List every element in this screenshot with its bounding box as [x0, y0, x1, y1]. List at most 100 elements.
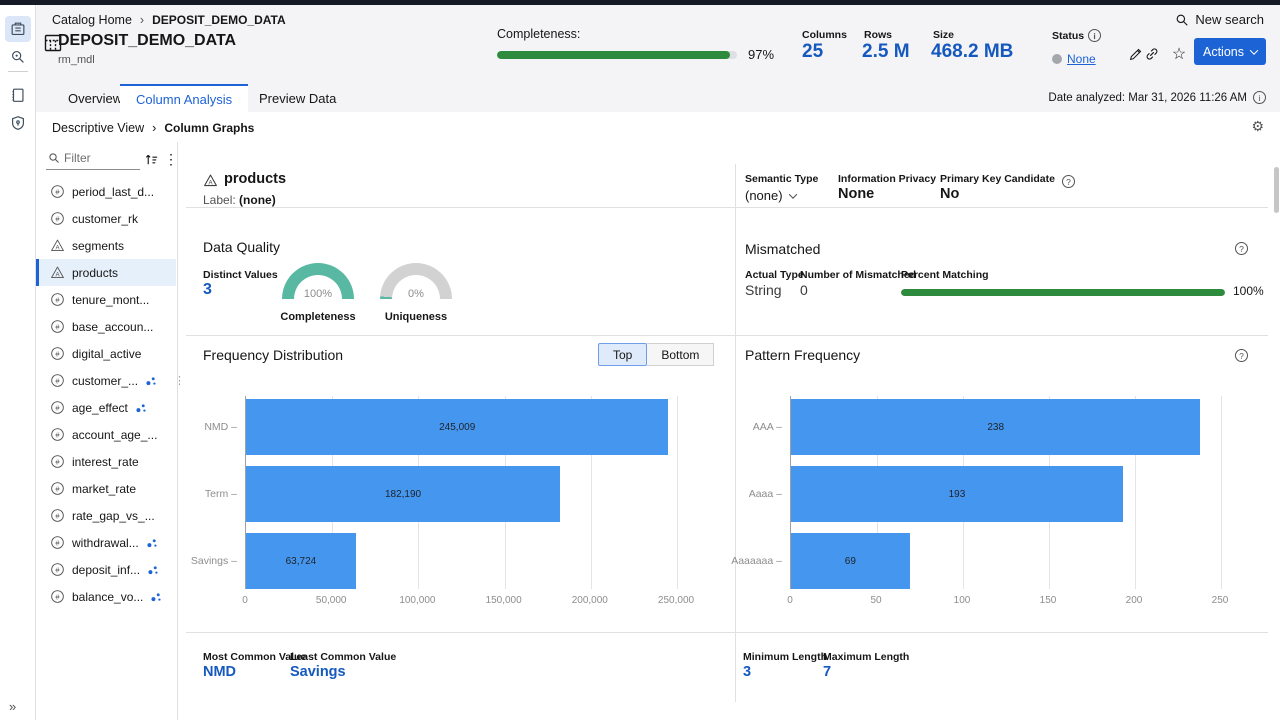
column-list-item[interactable]: Asegments	[36, 232, 176, 259]
svg-text:#: #	[55, 538, 60, 547]
column-label-row: Label: (none)	[203, 193, 276, 207]
rows-stat-label: Rows	[864, 29, 892, 41]
pattern-frequency-info-icon[interactable]: ?	[1235, 349, 1248, 362]
divider	[186, 632, 1268, 633]
gridline	[1221, 396, 1222, 589]
bar-NMD[interactable]: 245,009	[246, 399, 668, 455]
status-value-link[interactable]: None	[1067, 52, 1096, 66]
actions-button[interactable]: Actions	[1194, 38, 1266, 65]
filter-input[interactable]	[64, 151, 136, 165]
x-axis-tick-label: 200,000	[572, 595, 608, 606]
divider	[186, 207, 1268, 208]
svg-text:#: #	[55, 565, 60, 574]
column-list-item[interactable]: #tenure_mont...	[36, 286, 176, 313]
shield-lock-icon[interactable]	[5, 110, 31, 136]
numeric-type-icon: #	[50, 346, 65, 361]
status-dot-icon	[1052, 54, 1062, 64]
link-icon[interactable]	[1143, 45, 1161, 63]
primary-key-label: Primary Key Candidate	[940, 173, 1055, 185]
panel-divider	[735, 164, 736, 702]
column-list-item[interactable]: Aproducts	[36, 259, 176, 286]
mismatched-count-label: Number of Mismatched	[800, 269, 916, 281]
tab-bar: Overview Column Analysis Preview Data Da…	[36, 84, 1280, 112]
least-common-label: Least Common Value	[290, 651, 396, 663]
column-list-item-label: base_accoun...	[72, 320, 153, 334]
pattern-frequency-chart: AAA –238Aaaa –193Aaaaaaa –69 05010015020…	[744, 396, 1254, 612]
mismatched-info-icon[interactable]: ?	[1235, 242, 1248, 255]
column-list-item[interactable]: #balance_vo...	[36, 583, 176, 610]
column-meta-info-icon[interactable]: ?	[1062, 175, 1075, 188]
numeric-type-icon: #	[50, 292, 65, 307]
column-list-item[interactable]: #deposit_inf...	[36, 556, 176, 583]
bar-row: Savings –63,724	[246, 533, 677, 589]
tab-preview-data[interactable]: Preview Data	[243, 84, 352, 112]
x-axis-tick-label: 100,000	[399, 595, 435, 606]
column-list-item[interactable]: #period_last_d...	[36, 178, 176, 205]
bar-Aaaaaaa[interactable]: 69	[791, 533, 910, 589]
notebook-icon[interactable]	[5, 82, 31, 108]
settings-gear-icon[interactable]: ⚙	[1251, 118, 1264, 135]
bar-value-label: 182,190	[385, 489, 421, 500]
semantic-type-select[interactable]: (none)	[745, 188, 796, 203]
insight-sparkle-icon	[150, 591, 162, 603]
view-breadcrumb-current: Column Graphs	[164, 121, 254, 135]
svg-text:#: #	[55, 457, 60, 466]
max-length-value: 7	[823, 664, 831, 680]
semantic-type-label: Semantic Type	[745, 173, 818, 185]
x-axis-tick-label: 250,000	[658, 595, 694, 606]
tab-column-analysis[interactable]: Column Analysis	[120, 84, 248, 112]
completeness-progress-bar	[497, 51, 737, 59]
toggle-bottom-button[interactable]: Bottom	[647, 343, 714, 366]
column-list-item[interactable]: # base_accoun...	[36, 313, 176, 340]
edit-pencil-icon[interactable]	[1126, 45, 1144, 63]
insight-sparkle-icon	[135, 402, 147, 414]
svg-text:#: #	[55, 349, 60, 358]
svg-text:#: #	[55, 484, 60, 493]
column-list-item[interactable]: #interest_rate	[36, 448, 176, 475]
gridline	[677, 396, 678, 589]
actual-type-label: Actual Type	[745, 269, 804, 281]
bar-Aaaa[interactable]: 193	[791, 466, 1123, 522]
min-length-value: 3	[743, 664, 751, 680]
frequency-distribution-title: Frequency Distribution	[203, 347, 343, 363]
favorite-star-icon[interactable]: ☆	[1170, 45, 1188, 63]
numeric-type-icon: #	[50, 319, 65, 334]
column-list-item[interactable]: #account_age_...	[36, 421, 176, 448]
numeric-type-icon: #	[50, 589, 65, 604]
pattern-frequency-title: Pattern Frequency	[745, 347, 860, 363]
column-list-item[interactable]: #customer_rk	[36, 205, 176, 232]
numeric-type-icon: #	[50, 427, 65, 442]
x-axis-tick-label: 150	[1040, 595, 1057, 606]
max-length-label: Maximum Length	[823, 651, 909, 663]
column-list-item[interactable]: #digital_active	[36, 340, 176, 367]
size-stat-label: Size	[933, 29, 954, 41]
status-value-row: None	[1052, 52, 1096, 66]
bar-Term[interactable]: 182,190	[246, 466, 560, 522]
percent-matching-bar	[901, 289, 1225, 296]
status-info-icon[interactable]: i	[1088, 29, 1101, 42]
sort-icon[interactable]	[142, 150, 160, 168]
column-list-item[interactable]: #age_effect	[36, 394, 176, 421]
catalog-icon[interactable]	[5, 16, 31, 42]
column-list-item[interactable]: #rate_gap_vs_...	[36, 502, 176, 529]
date-info-icon[interactable]: i	[1253, 91, 1266, 104]
column-list-item[interactable]: #withdrawal...	[36, 529, 176, 556]
expand-rail-button[interactable]: »	[9, 699, 16, 714]
discover-search-icon[interactable]	[5, 44, 31, 70]
new-search-button[interactable]: New search	[1175, 12, 1264, 27]
bar-AAA[interactable]: 238	[791, 399, 1200, 455]
column-list-item[interactable]: #customer_...	[36, 367, 176, 394]
view-breadcrumb-parent[interactable]: Descriptive View	[52, 121, 144, 135]
svg-text:#: #	[55, 322, 60, 331]
column-detail-panel: A products Label: (none) Semantic Type (…	[178, 142, 1280, 720]
toggle-top-button[interactable]: Top	[598, 343, 647, 366]
svg-text:#: #	[55, 187, 60, 196]
bar-Savings[interactable]: 63,724	[246, 533, 356, 589]
percent-matching-value: 100%	[1233, 284, 1264, 298]
numeric-type-icon: #	[50, 562, 65, 577]
svg-text:#: #	[55, 295, 60, 304]
view-breadcrumb-separator: ›	[152, 121, 156, 135]
column-list-item[interactable]: #market_rate	[36, 475, 176, 502]
breadcrumb-catalog-home[interactable]: Catalog Home	[52, 13, 132, 27]
bar-row: AAA –238	[791, 399, 1221, 455]
